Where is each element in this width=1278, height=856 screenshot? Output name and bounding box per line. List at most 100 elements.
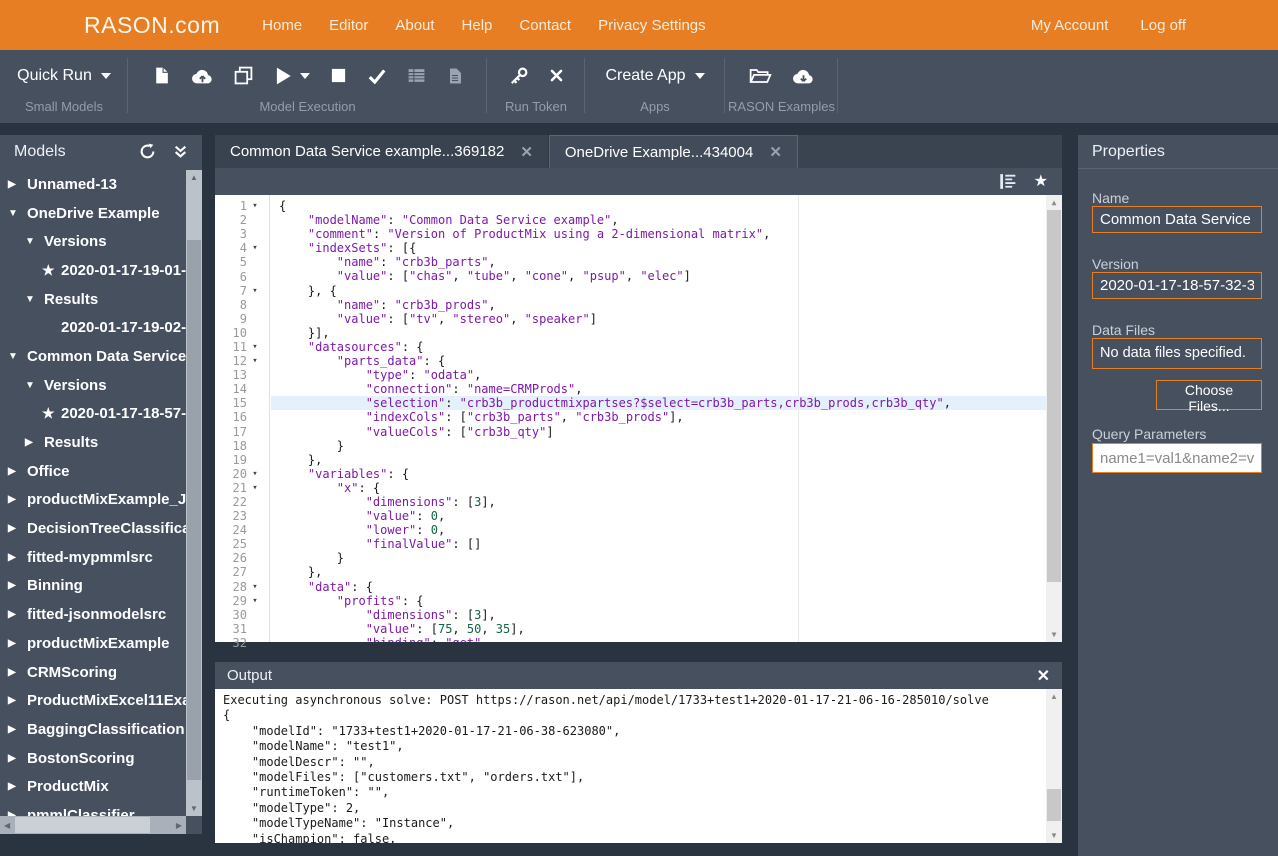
tree-item-pmmlclassifier[interactable]: ▶pmmlClassifier	[0, 801, 186, 816]
tree-item-baggingclassification[interactable]: ▶BaggingClassification	[0, 715, 186, 744]
code-line-2[interactable]: "modelName": "Common Data Service exampl…	[271, 213, 1047, 227]
output-close-icon[interactable]: ✕	[1037, 666, 1050, 686]
fold-arrow-icon[interactable]: ▾	[247, 483, 263, 493]
scrollbar-thumb[interactable]	[1047, 210, 1061, 582]
tree-item-productmix[interactable]: ▶ProductMix	[0, 772, 186, 801]
code-line-5[interactable]: "name": "crb3b_parts",	[271, 255, 1047, 269]
code-line-32[interactable]: "binding": "get",	[271, 636, 1047, 642]
fold-arrow-icon[interactable]: ▾	[247, 596, 263, 606]
code-line-14[interactable]: "connection": "name=CRMProds",	[271, 382, 1047, 396]
scroll-right-arrow-icon[interactable]: ▶	[176, 821, 182, 830]
expand-arrow-icon[interactable]: ▶	[8, 753, 27, 764]
tree-item-unnamed-13[interactable]: ▶Unnamed-13	[0, 170, 186, 199]
code-line-29[interactable]: "profits": {	[271, 594, 1047, 608]
code-line-10[interactable]: }],	[271, 326, 1047, 340]
expand-arrow-icon[interactable]: ▶	[8, 552, 27, 563]
log-document-icon[interactable]	[446, 67, 464, 85]
format-code-icon[interactable]	[999, 173, 1018, 190]
code-line-30[interactable]: "dimensions": [3],	[271, 608, 1047, 622]
scroll-up-arrow-icon[interactable]: ▲	[1046, 692, 1062, 701]
name-input[interactable]	[1092, 206, 1262, 233]
cloud-download-icon[interactable]	[792, 67, 815, 85]
cloud-upload-icon[interactable]	[191, 67, 214, 85]
scroll-down-arrow-icon[interactable]: ▼	[1046, 630, 1062, 639]
scrollbar-thumb[interactable]	[1047, 789, 1061, 821]
scroll-up-arrow-icon[interactable]: ▲	[1046, 198, 1062, 207]
expand-arrow-icon[interactable]: ▶	[8, 638, 27, 649]
scroll-down-arrow-icon[interactable]: ▼	[1046, 831, 1062, 840]
run-icon[interactable]	[273, 66, 293, 86]
collapse-arrow-icon[interactable]: ▼	[8, 208, 27, 219]
favorite-star-icon[interactable]: ★	[1034, 171, 1048, 191]
tree-item-productmixexcel11example[interactable]: ▶ProductMixExcel11Example	[0, 686, 186, 715]
code-line-25[interactable]: "finalValue": []	[271, 537, 1047, 551]
open-example-folder-icon[interactable]	[749, 67, 772, 85]
tree-item-versions[interactable]: ▼Versions	[0, 227, 186, 256]
editor-tab[interactable]: Common Data Service example...369182✕	[215, 135, 549, 168]
expand-arrow-icon[interactable]: ▶	[8, 667, 27, 678]
rason-logo[interactable]: RASON.com	[84, 12, 220, 39]
collapse-arrow-icon[interactable]: ▼	[25, 380, 44, 391]
code-line-22[interactable]: "dimensions": [3],	[271, 495, 1047, 509]
expand-arrow-icon[interactable]: ▶	[8, 523, 27, 534]
nav-link-help[interactable]: Help	[462, 17, 493, 34]
code-line-17[interactable]: "valueCols": ["crb3b_qty"]	[271, 425, 1047, 439]
collapse-arrow-icon[interactable]: ▼	[25, 294, 44, 305]
code-line-31[interactable]: "value": [75, 50, 35],	[271, 622, 1047, 636]
tree-item-2020-01-17-19-02-1[interactable]: 2020-01-17-19-02-1	[0, 313, 186, 342]
code-line-18[interactable]: }	[271, 439, 1047, 453]
fold-arrow-icon[interactable]: ▾	[247, 469, 263, 479]
code-line-28[interactable]: "data": {	[271, 580, 1047, 594]
nav-link-about[interactable]: About	[395, 17, 434, 34]
collapse-arrow-icon[interactable]: ▼	[25, 236, 44, 247]
code-line-20[interactable]: "variables": {	[271, 467, 1047, 481]
query-parameters-input[interactable]	[1092, 443, 1262, 473]
code-line-13[interactable]: "type": "odata",	[271, 368, 1047, 382]
nav-link-my-account[interactable]: My Account	[1031, 17, 1109, 34]
fold-arrow-icon[interactable]: ▾	[247, 342, 263, 352]
fold-arrow-icon[interactable]: ▾	[247, 201, 263, 211]
expand-arrow-icon[interactable]: ▶	[8, 580, 27, 591]
scrollbar-thumb[interactable]	[187, 240, 201, 780]
fold-arrow-icon[interactable]: ▾	[247, 286, 263, 296]
expand-arrow-icon[interactable]: ▶	[8, 494, 27, 505]
code-line-4[interactable]: "indexSets": [{	[271, 241, 1047, 255]
code-line-8[interactable]: "name": "crb3b_prods",	[271, 298, 1047, 312]
code-line-9[interactable]: "value": ["tv", "stereo", "speaker"]	[271, 312, 1047, 326]
nav-link-home[interactable]: Home	[262, 17, 302, 34]
copy-model-icon[interactable]	[234, 66, 253, 85]
run-options-caret-icon[interactable]	[300, 73, 310, 79]
stop-icon[interactable]	[330, 67, 347, 84]
check-model-icon[interactable]	[367, 66, 387, 86]
tab-close-icon[interactable]: ✕	[769, 143, 782, 161]
tree-item-productmixexample[interactable]: ▶productMixExample	[0, 629, 186, 658]
tree-item-crmscoring[interactable]: ▶CRMScoring	[0, 658, 186, 687]
tree-item-decisiontreeclassification[interactable]: ▶DecisionTreeClassification	[0, 514, 186, 543]
code-line-7[interactable]: }, {	[271, 284, 1047, 298]
code-line-11[interactable]: "datasources": {	[271, 340, 1047, 354]
scroll-down-arrow-icon[interactable]: ▼	[186, 804, 202, 813]
scroll-left-arrow-icon[interactable]: ◀	[4, 821, 10, 830]
key-icon[interactable]	[509, 66, 529, 86]
expand-arrow-icon[interactable]: ▶	[8, 781, 27, 792]
code-line-15[interactable]: "selection": "crb3b_productmixpartses?$s…	[271, 396, 1047, 410]
expand-arrow-icon[interactable]: ▶	[8, 609, 27, 620]
output-vertical-scrollbar[interactable]: ▲ ▼	[1046, 689, 1062, 843]
tree-item-fitted-jsonmodelsrc[interactable]: ▶fitted-jsonmodelsrc	[0, 600, 186, 629]
clear-token-icon[interactable]	[549, 68, 564, 83]
tree-item-results[interactable]: ▼Results	[0, 285, 186, 314]
nav-link-contact[interactable]: Contact	[519, 17, 571, 34]
models-vertical-scrollbar[interactable]: ▲ ▼	[186, 170, 202, 816]
code-line-21[interactable]: "x": {	[271, 481, 1047, 495]
expand-arrow-icon[interactable]: ▶	[8, 724, 27, 735]
create-app-dropdown[interactable]: Create App	[605, 67, 704, 85]
models-horizontal-scrollbar[interactable]: ◀ ▶	[0, 816, 186, 834]
code-line-1[interactable]: {	[271, 199, 1047, 213]
editor-vertical-scrollbar[interactable]: ▲ ▼	[1046, 195, 1062, 642]
collapse-arrow-icon[interactable]: ▼	[8, 351, 27, 362]
code-line-12[interactable]: "parts_data": {	[271, 354, 1047, 368]
tree-item-2020-01-17-18-57-32-3[interactable]: ★2020-01-17-18-57-32-3	[0, 400, 186, 429]
code-line-23[interactable]: "value": 0,	[271, 509, 1047, 523]
code-editor[interactable]: 1▾234▾567▾891011▾12▾1314151617181920▾21▾…	[215, 195, 1062, 642]
tree-item-office[interactable]: ▶Office	[0, 457, 186, 486]
